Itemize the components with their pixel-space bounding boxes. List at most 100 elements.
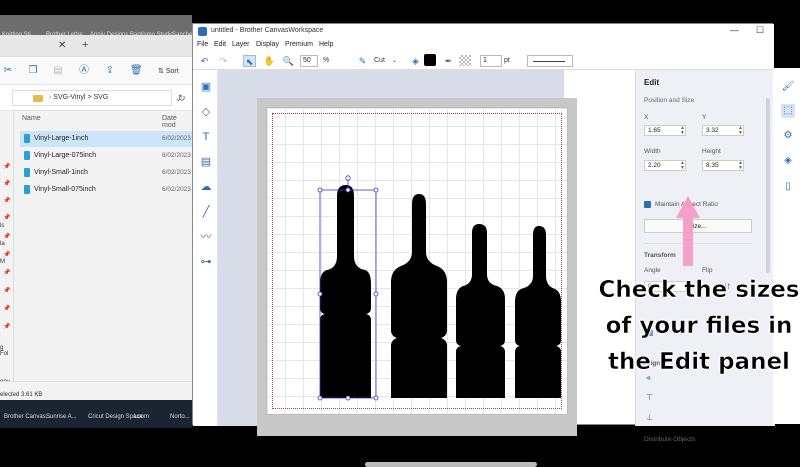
paste-icon[interactable]: ▤ — [52, 65, 64, 77]
paint-brush-icon[interactable]: 🖌 — [781, 80, 795, 94]
cutting-mat — [257, 98, 577, 436]
delete-icon[interactable]: 🗑 — [130, 65, 143, 77]
pin-icon: 📌 — [3, 181, 11, 187]
cloud-icon[interactable]: ☁ — [199, 180, 213, 194]
file-date: 6/02/2023 — [162, 135, 191, 142]
redo-icon[interactable]: ↷ — [217, 55, 230, 67]
rename-icon[interactable]: Ⓐ — [78, 65, 90, 77]
y-label: Y — [702, 114, 707, 121]
height-stepper[interactable]: ▲ ▼ — [738, 161, 743, 171]
menu-layer[interactable]: Layer — [232, 41, 250, 48]
pen-color-icon[interactable]: ✒ — [442, 55, 455, 67]
horizontal-scrollbar[interactable] — [365, 462, 537, 467]
file-row[interactable]: Vinyl-Large-075inch 6/02/2023 — [20, 148, 192, 164]
bottle-large-1inch[interactable] — [320, 185, 371, 398]
canvas-area[interactable] — [218, 70, 577, 467]
hand-tool-icon[interactable]: ✋ — [263, 55, 276, 67]
desktop-icons-bottom: Brother Canvas... Sunrise A... Cricut De… — [0, 400, 192, 428]
nav-label[interactable]: la — [0, 241, 5, 247]
width-stepper[interactable]: ▲ ▼ — [680, 161, 685, 171]
line-tool-icon[interactable]: ╱ — [199, 205, 213, 219]
y-stepper[interactable]: ▲ ▼ — [738, 126, 743, 136]
sort-button[interactable]: ⇅ Sort — [158, 67, 179, 75]
title-bar: untitled - Brother CanvasWorkspace — ☐ — [193, 24, 774, 39]
edit-panel-icon[interactable]: ⬚ — [781, 104, 795, 118]
status-bar: elected 3.61 KB — [0, 381, 192, 400]
menu-display[interactable]: Display — [256, 41, 279, 48]
zoom-input[interactable]: 50 — [300, 55, 318, 67]
fill-color-swatch[interactable] — [424, 54, 436, 66]
file-row[interactable]: Vinyl-Small-075inch 6/02/2023 — [20, 182, 192, 198]
menu-help[interactable]: Help — [319, 41, 333, 48]
svg-file-icon — [24, 151, 30, 160]
menu-edit[interactable]: Edit — [214, 41, 226, 48]
text-tool-icon[interactable]: T — [199, 130, 213, 144]
panel-scrollbar[interactable] — [766, 98, 770, 273]
maximize-icon[interactable]: ☐ — [756, 25, 764, 36]
nav-label[interactable]: g Fol — [0, 345, 13, 357]
section-position-size: Position and Size — [644, 97, 695, 104]
desktop-icon-label[interactable]: Norto... — [170, 414, 190, 420]
x-stepper[interactable]: ▲ ▼ — [680, 126, 685, 136]
desktop-icon-label[interactable]: Brother Canvas... — [4, 414, 51, 420]
fill-bucket-icon[interactable]: ◈ — [409, 55, 422, 67]
cut-line-icon[interactable]: ✎ — [356, 55, 369, 67]
refresh-icon[interactable]: ↻ — [178, 93, 186, 104]
pin-icon: 📌 — [3, 324, 11, 330]
address-field[interactable]: › SVG-Vinyl > SVG ⌄ — [12, 90, 182, 106]
file-explorer-window: ✕ + ✂ ❐ ▤ Ⓐ ⇪ 🗑 ⇅ Sort › SVG-Vinyl > SVG… — [0, 35, 192, 400]
select-tool-icon[interactable]: ⬉ — [243, 55, 256, 67]
nav-label[interactable]: ls — [0, 223, 4, 229]
align-top-icon[interactable]: ⊤ — [646, 393, 653, 402]
menu-bar: File Edit Layer Display Premium Help — [193, 39, 774, 52]
undo-icon[interactable]: ↶ — [198, 55, 211, 67]
pin-icon: 📌 — [3, 234, 11, 240]
minimize-icon[interactable]: — — [730, 25, 739, 35]
copy-icon[interactable]: ❐ — [27, 65, 39, 77]
chevron-down-icon[interactable]: ⌄ — [392, 57, 397, 64]
align-bottom-icon[interactable]: ⊥ — [646, 413, 653, 422]
document-icon[interactable]: ▯ — [781, 180, 795, 194]
shapes-tool-icon[interactable]: ◇ — [199, 105, 213, 119]
desktop-icon-label[interactable]: Sunrise A... — [46, 414, 77, 420]
bottle-small-1inch[interactable] — [456, 224, 505, 398]
breadcrumb-svg-vinyl[interactable]: SVG-Vinyl — [53, 94, 85, 101]
column-header-name[interactable]: Name — [22, 115, 41, 122]
file-row[interactable]: Vinyl-Small-1inch 6/02/2023 — [20, 165, 192, 181]
file-row[interactable]: Vinyl-Large-1inch 6/02/2023 — [20, 131, 192, 147]
new-tab-icon[interactable]: + — [82, 39, 88, 51]
cut-icon[interactable]: ✂ — [2, 65, 14, 77]
navigation-pane: 📌 📌 📌 📌 ls 📌 la 📌 M 📌 📌 📌 📌 g Fol opy — [0, 111, 14, 385]
zoom-tool-icon[interactable]: 🔍 — [282, 55, 295, 67]
settings-gear-icon[interactable]: ⚙ — [781, 129, 795, 143]
svg-file-icon — [24, 185, 30, 194]
transparent-swatch[interactable] — [459, 55, 471, 66]
breadcrumb-separator: > — [87, 94, 92, 101]
aspect-ratio-checkbox[interactable] — [644, 201, 651, 208]
line-width-input[interactable]: 1 — [480, 55, 502, 67]
menu-file[interactable]: File — [197, 41, 208, 48]
image-trace-icon[interactable]: ▤ — [199, 155, 213, 169]
cut-mode-select[interactable]: Cut — [374, 57, 385, 64]
x-label: X — [644, 114, 649, 121]
window-title: untitled - Brother CanvasWorkspace — [211, 27, 324, 34]
left-tool-panel: ▣ ◇ T ▤ ☁ ╱ 〰 ⊶ — [193, 70, 218, 426]
app-logo-icon — [198, 27, 207, 36]
breadcrumb-svg[interactable]: SVG — [93, 94, 108, 101]
close-tab-icon[interactable]: ✕ — [58, 40, 66, 51]
svg-file-icon — [24, 134, 30, 143]
file-date: 6/02/2023 — [162, 186, 191, 193]
menu-premium[interactable]: Premium — [285, 41, 313, 48]
share-icon[interactable]: ⇪ — [104, 65, 116, 77]
file-date: 6/02/2023 — [162, 169, 191, 176]
desktop-icon-label[interactable]: Loom — [134, 414, 149, 420]
layers-icon[interactable]: ◈ — [781, 154, 795, 168]
column-header-date[interactable]: Date mod — [162, 115, 192, 129]
nav-label[interactable]: M — [0, 259, 5, 265]
node-edit-icon[interactable]: ⊶ — [199, 255, 213, 269]
bottle-large-075inch[interactable] — [391, 194, 447, 398]
svg-file-icon — [24, 168, 30, 177]
bottle-small-075inch[interactable] — [515, 226, 561, 398]
object-tool-icon[interactable]: ▣ — [199, 80, 213, 94]
brush-tool-icon[interactable]: 〰 — [199, 230, 213, 244]
